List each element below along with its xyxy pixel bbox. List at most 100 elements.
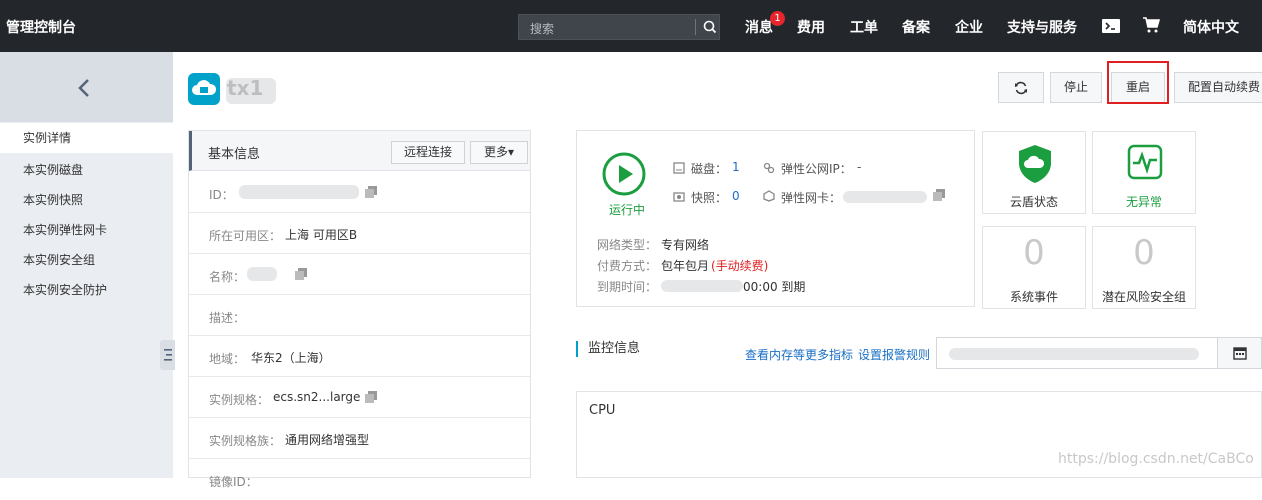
info-row-name: 名称： bbox=[189, 254, 530, 295]
info-value-zone: 上海 可用区B bbox=[285, 228, 358, 242]
sidebar-item-eni[interactable]: 本实例弹性网卡 bbox=[23, 221, 107, 238]
search-divider bbox=[695, 19, 696, 35]
info-key-region: 地域： bbox=[209, 352, 246, 366]
collapse-icon bbox=[164, 349, 172, 361]
eni-icon bbox=[763, 190, 775, 202]
console-logo[interactable]: 管理控制台 bbox=[6, 17, 76, 37]
basic-info-header: 基本信息 远程连接 更多▾ bbox=[189, 131, 530, 171]
info-key-image-id: 镜像ID： bbox=[209, 475, 258, 489]
info-value-spec-family: 通用网络增强型 bbox=[285, 433, 370, 447]
nav-support[interactable]: 支持与服务 bbox=[1007, 17, 1077, 37]
card-risk-security-group[interactable]: 0 潜在风险安全组 bbox=[1092, 226, 1196, 309]
info-row-spec: 实例规格： ecs.sn2...large bbox=[189, 377, 530, 418]
info-row-spec-family: 实例规格族： 通用网络增强型 bbox=[189, 418, 530, 459]
shield-label: 云盾状态 bbox=[1009, 195, 1058, 209]
remote-connect-button[interactable]: 远程连接 bbox=[391, 141, 465, 164]
nav-enterprise[interactable]: 企业 bbox=[955, 17, 983, 37]
info-key-spec: 实例规格： bbox=[209, 393, 270, 407]
more-metrics-link[interactable]: 查看内存等更多指标 bbox=[745, 346, 853, 363]
disk-count-link[interactable]: 1 bbox=[732, 160, 740, 174]
expire-value: 00:00 到期 bbox=[743, 280, 806, 294]
redacted-date-range-blur bbox=[949, 348, 1199, 360]
copy-spec-icon[interactable] bbox=[365, 391, 377, 403]
sidebar-item-security-group[interactable]: 本实例安全组 bbox=[23, 251, 95, 268]
calendar-icon bbox=[1233, 347, 1247, 360]
terminal-icon[interactable] bbox=[1102, 19, 1120, 33]
network-type-value: 专有网络 bbox=[661, 238, 710, 252]
date-range-input[interactable] bbox=[936, 337, 1218, 369]
calendar-button[interactable] bbox=[1217, 337, 1262, 369]
search-box[interactable]: 搜索 bbox=[518, 14, 720, 40]
watermark: https://blog.csdn.net/CaBCo bbox=[1058, 451, 1254, 467]
monitor-title: 监控信息 bbox=[576, 341, 640, 357]
cart-icon[interactable] bbox=[1142, 17, 1160, 33]
message-badge: 1 bbox=[770, 11, 785, 26]
card-shield-status[interactable]: 云盾状态 bbox=[982, 131, 1086, 214]
search-placeholder: 搜索 bbox=[530, 22, 555, 36]
network-type-label: 网络类型： bbox=[597, 238, 658, 252]
status-panel: 运行中 磁盘： 1 快照： 0 弹性公网IP： - 弹性网卡： 网络类型： 专有… bbox=[576, 130, 975, 307]
auto-renew-button[interactable]: 配置自动续费 bbox=[1174, 72, 1262, 103]
back-button[interactable] bbox=[0, 52, 173, 122]
running-play-icon bbox=[602, 152, 646, 196]
risk-group-label: 潜在风险安全组 bbox=[1101, 290, 1186, 304]
snapshot-label: 快照： bbox=[691, 191, 728, 205]
info-key-description: 描述： bbox=[209, 311, 246, 325]
info-key-id: ID： bbox=[209, 188, 234, 202]
chevron-left-icon bbox=[78, 79, 89, 97]
nav-language[interactable]: 简体中文 bbox=[1183, 17, 1239, 37]
public-ip-icon bbox=[763, 162, 775, 174]
refresh-icon bbox=[1015, 81, 1027, 95]
eni-label: 弹性网卡： bbox=[781, 191, 842, 205]
top-navigation-bar: 管理控制台 搜索 消息 1 费用 工单 备案 企业 支持与服务 简体中文 bbox=[0, 0, 1262, 52]
info-key-spec-family: 实例规格族： bbox=[209, 434, 282, 448]
sidebar-item-security-protection[interactable]: 本实例安全防护 bbox=[23, 281, 107, 298]
info-key-name: 名称： bbox=[209, 270, 246, 284]
redacted-eni-blur bbox=[843, 191, 927, 203]
sidebar-collapse-toggle[interactable] bbox=[160, 340, 175, 370]
redacted-title-blur bbox=[226, 78, 276, 104]
edit-name-icon[interactable] bbox=[295, 268, 307, 280]
info-value-region: 华东2（上海） bbox=[251, 351, 331, 365]
snapshot-icon bbox=[673, 192, 685, 202]
more-button[interactable]: 更多▾ bbox=[470, 141, 528, 164]
nav-billing[interactable]: 费用 bbox=[797, 17, 825, 37]
sidebar-item-disks[interactable]: 本实例磁盘 bbox=[23, 161, 83, 178]
snapshot-count-link[interactable]: 0 bbox=[732, 189, 740, 203]
nav-tickets[interactable]: 工单 bbox=[850, 17, 878, 37]
redacted-date-blur bbox=[661, 280, 743, 292]
basic-info-title: 基本信息 bbox=[208, 147, 261, 162]
health-pulse-icon bbox=[1127, 144, 1163, 180]
system-events-count: 0 bbox=[1023, 233, 1045, 273]
info-row-id: ID： bbox=[189, 172, 530, 213]
expire-label: 到期时间： bbox=[597, 280, 658, 294]
restart-highlight-box bbox=[1107, 61, 1169, 104]
system-events-label: 系统事件 bbox=[1009, 290, 1058, 304]
running-status: 运行中 bbox=[609, 203, 646, 217]
info-row-region: 地域： 华东2（上海） bbox=[189, 336, 530, 377]
disk-icon bbox=[673, 162, 685, 174]
info-row-image-id: 镜像ID： bbox=[189, 459, 530, 500]
info-row-description: 描述： bbox=[189, 295, 530, 336]
card-health[interactable]: 无异常 bbox=[1092, 131, 1196, 214]
copy-eni-icon[interactable] bbox=[933, 189, 945, 201]
copy-icon[interactable] bbox=[365, 186, 377, 198]
billing-method-value: 包年包月 bbox=[661, 259, 710, 273]
eip-label: 弹性公网IP： bbox=[781, 162, 852, 176]
sidebar-item-snapshots[interactable]: 本实例快照 bbox=[23, 191, 83, 208]
search-icon[interactable] bbox=[702, 19, 718, 35]
info-key-zone: 所在可用区： bbox=[209, 229, 282, 243]
instance-cloud-icon bbox=[188, 73, 220, 105]
disk-label: 磁盘： bbox=[691, 162, 728, 176]
shield-icon bbox=[1019, 145, 1051, 183]
card-system-events[interactable]: 0 系统事件 bbox=[982, 226, 1086, 309]
nav-messages[interactable]: 消息 bbox=[745, 17, 773, 37]
alarm-rules-link[interactable]: 设置报警规则 bbox=[858, 346, 930, 363]
stop-button[interactable]: 停止 bbox=[1050, 72, 1102, 103]
billing-method-label: 付费方式： bbox=[597, 259, 658, 273]
refresh-button[interactable] bbox=[998, 72, 1044, 103]
nav-icp[interactable]: 备案 bbox=[902, 17, 930, 37]
risk-group-count: 0 bbox=[1133, 233, 1155, 273]
redacted-name-blur bbox=[247, 267, 277, 281]
sidebar-item-instance-details[interactable]: 实例详情 bbox=[0, 123, 173, 153]
